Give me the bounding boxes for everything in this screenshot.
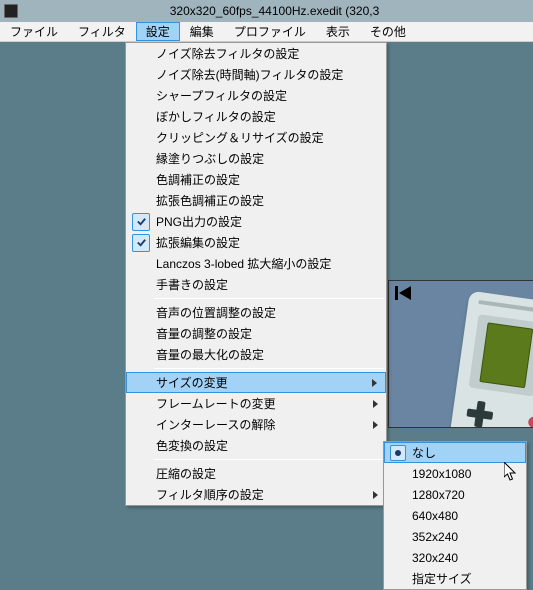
submenu-item-label: 1920x1080 <box>410 467 520 481</box>
dropdown-item[interactable]: フィルタ順序の設定 <box>126 484 386 505</box>
dropdown-item-label: 音量の調整の設定 <box>154 325 364 342</box>
rewind-icon[interactable] <box>394 285 412 304</box>
menu-separator <box>154 298 384 299</box>
submenu-item[interactable]: 1280x720 <box>384 484 526 505</box>
dropdown-item-label: ぼかしフィルタの設定 <box>154 108 364 125</box>
dropdown-item[interactable]: ノイズ除去(時間軸)フィルタの設定 <box>126 64 386 85</box>
submenu-item[interactable]: 640x480 <box>384 505 526 526</box>
dropdown-item[interactable]: 色調補正の設定 <box>126 169 386 190</box>
content-area: ノイズ除去フィルタの設定ノイズ除去(時間軸)フィルタの設定シャープフィルタの設定… <box>0 42 533 567</box>
menubar-item-5[interactable]: 表示 <box>316 22 360 41</box>
menubar-item-1[interactable]: フィルタ <box>68 22 136 41</box>
submenu-item[interactable]: 1920x1080 <box>384 463 526 484</box>
submenu-item[interactable]: なし <box>384 442 526 463</box>
dropdown-item[interactable]: 圧縮の設定 <box>126 463 386 484</box>
dropdown-item-label: クリッピング＆リサイズの設定 <box>154 129 364 146</box>
app-window: 320x320_60fps_44100Hz.exedit (320,3 ファイル… <box>0 0 533 567</box>
dropdown-item[interactable]: ノイズ除去フィルタの設定 <box>126 43 386 64</box>
submenu-arrow-icon <box>373 421 378 429</box>
app-icon <box>4 4 18 18</box>
size-submenu: なし 1920x1080 1280x720 640x480 352x240 320x240… <box>383 441 527 590</box>
dropdown-item-label: 縁塗りつぶしの設定 <box>154 150 364 167</box>
submenu-arrow-icon <box>372 379 377 387</box>
submenu-item-label: なし <box>410 444 520 461</box>
dropdown-item[interactable]: ぼかしフィルタの設定 <box>126 106 386 127</box>
dropdown-item[interactable]: 縁塗りつぶしの設定 <box>126 148 386 169</box>
check-column <box>128 213 154 231</box>
submenu-item[interactable]: 320x240 <box>384 547 526 568</box>
menubar: ファイルフィルタ設定編集プロファイル表示その他 <box>0 22 533 42</box>
menubar-item-3[interactable]: 編集 <box>180 22 224 41</box>
dropdown-item[interactable]: Lanczos 3-lobed 拡大縮小の設定 <box>126 253 386 274</box>
checkmark-icon <box>132 213 150 231</box>
dropdown-item-label: 拡張編集の設定 <box>154 234 364 251</box>
preview-image <box>445 291 533 428</box>
dropdown-item[interactable]: PNG出力の設定 <box>126 211 386 232</box>
menubar-item-2[interactable]: 設定 <box>136 22 180 41</box>
checkmark-icon <box>132 234 150 252</box>
dropdown-item-label: 色調補正の設定 <box>154 171 364 188</box>
dropdown-item[interactable]: 手書きの設定 <box>126 274 386 295</box>
submenu-arrow-icon <box>373 400 378 408</box>
dropdown-item-label: 拡張色調補正の設定 <box>154 192 364 209</box>
dropdown-item-label: フレームレートの変更 <box>154 395 364 412</box>
preview-panel <box>388 280 533 428</box>
dropdown-item-label: 圧縮の設定 <box>154 465 364 482</box>
titlebar[interactable]: 320x320_60fps_44100Hz.exedit (320,3 <box>0 0 533 22</box>
submenu-item-label: 320x240 <box>410 551 520 565</box>
dropdown-item-label: 手書きの設定 <box>154 276 364 293</box>
radio-column <box>386 445 410 461</box>
settings-dropdown: ノイズ除去フィルタの設定ノイズ除去(時間軸)フィルタの設定シャープフィルタの設定… <box>125 42 387 506</box>
menubar-item-4[interactable]: プロファイル <box>224 22 316 41</box>
submenu-item-label: 1280x720 <box>410 488 520 502</box>
dropdown-item[interactable]: 拡張色調補正の設定 <box>126 190 386 211</box>
dropdown-item-label: 色変換の設定 <box>154 437 364 454</box>
submenu-item[interactable]: 352x240 <box>384 526 526 547</box>
menu-separator <box>154 459 384 460</box>
submenu-item-label: 640x480 <box>410 509 520 523</box>
radio-selected-icon <box>390 445 406 461</box>
dropdown-item-label: シャープフィルタの設定 <box>154 87 364 104</box>
dropdown-item[interactable]: インターレースの解除 <box>126 414 386 435</box>
submenu-arrow-icon <box>373 491 378 499</box>
submenu-item-label: 352x240 <box>410 530 520 544</box>
dropdown-item[interactable]: サイズの変更 <box>126 372 386 393</box>
check-column <box>128 234 154 252</box>
dropdown-item-label: 音量の最大化の設定 <box>154 346 364 363</box>
dropdown-item[interactable]: 音声の位置調整の設定 <box>126 302 386 323</box>
menubar-item-0[interactable]: ファイル <box>0 22 68 41</box>
dropdown-item[interactable]: フレームレートの変更 <box>126 393 386 414</box>
dropdown-item[interactable]: 音量の最大化の設定 <box>126 344 386 365</box>
dropdown-item-label: PNG出力の設定 <box>154 213 364 230</box>
dropdown-item-label: 音声の位置調整の設定 <box>154 304 364 321</box>
dropdown-item-label: フィルタ順序の設定 <box>154 486 364 503</box>
menubar-item-6[interactable]: その他 <box>360 22 416 41</box>
dropdown-item-label: ノイズ除去(時間軸)フィルタの設定 <box>154 66 364 83</box>
menu-separator <box>154 368 384 369</box>
dropdown-item-label: ノイズ除去フィルタの設定 <box>154 45 364 62</box>
dropdown-item[interactable]: 色変換の設定 <box>126 435 386 456</box>
dropdown-item-label: サイズの変更 <box>154 374 364 391</box>
submenu-item[interactable]: 指定サイズ <box>384 568 526 589</box>
dropdown-item[interactable]: シャープフィルタの設定 <box>126 85 386 106</box>
dropdown-item[interactable]: クリッピング＆リサイズの設定 <box>126 127 386 148</box>
dropdown-item-label: Lanczos 3-lobed 拡大縮小の設定 <box>154 255 364 272</box>
dropdown-item-label: インターレースの解除 <box>154 416 364 433</box>
submenu-item-label: 指定サイズ <box>410 570 520 587</box>
dropdown-item[interactable]: 音量の調整の設定 <box>126 323 386 344</box>
window-title: 320x320_60fps_44100Hz.exedit (320,3 <box>20 4 529 18</box>
dropdown-item[interactable]: 拡張編集の設定 <box>126 232 386 253</box>
